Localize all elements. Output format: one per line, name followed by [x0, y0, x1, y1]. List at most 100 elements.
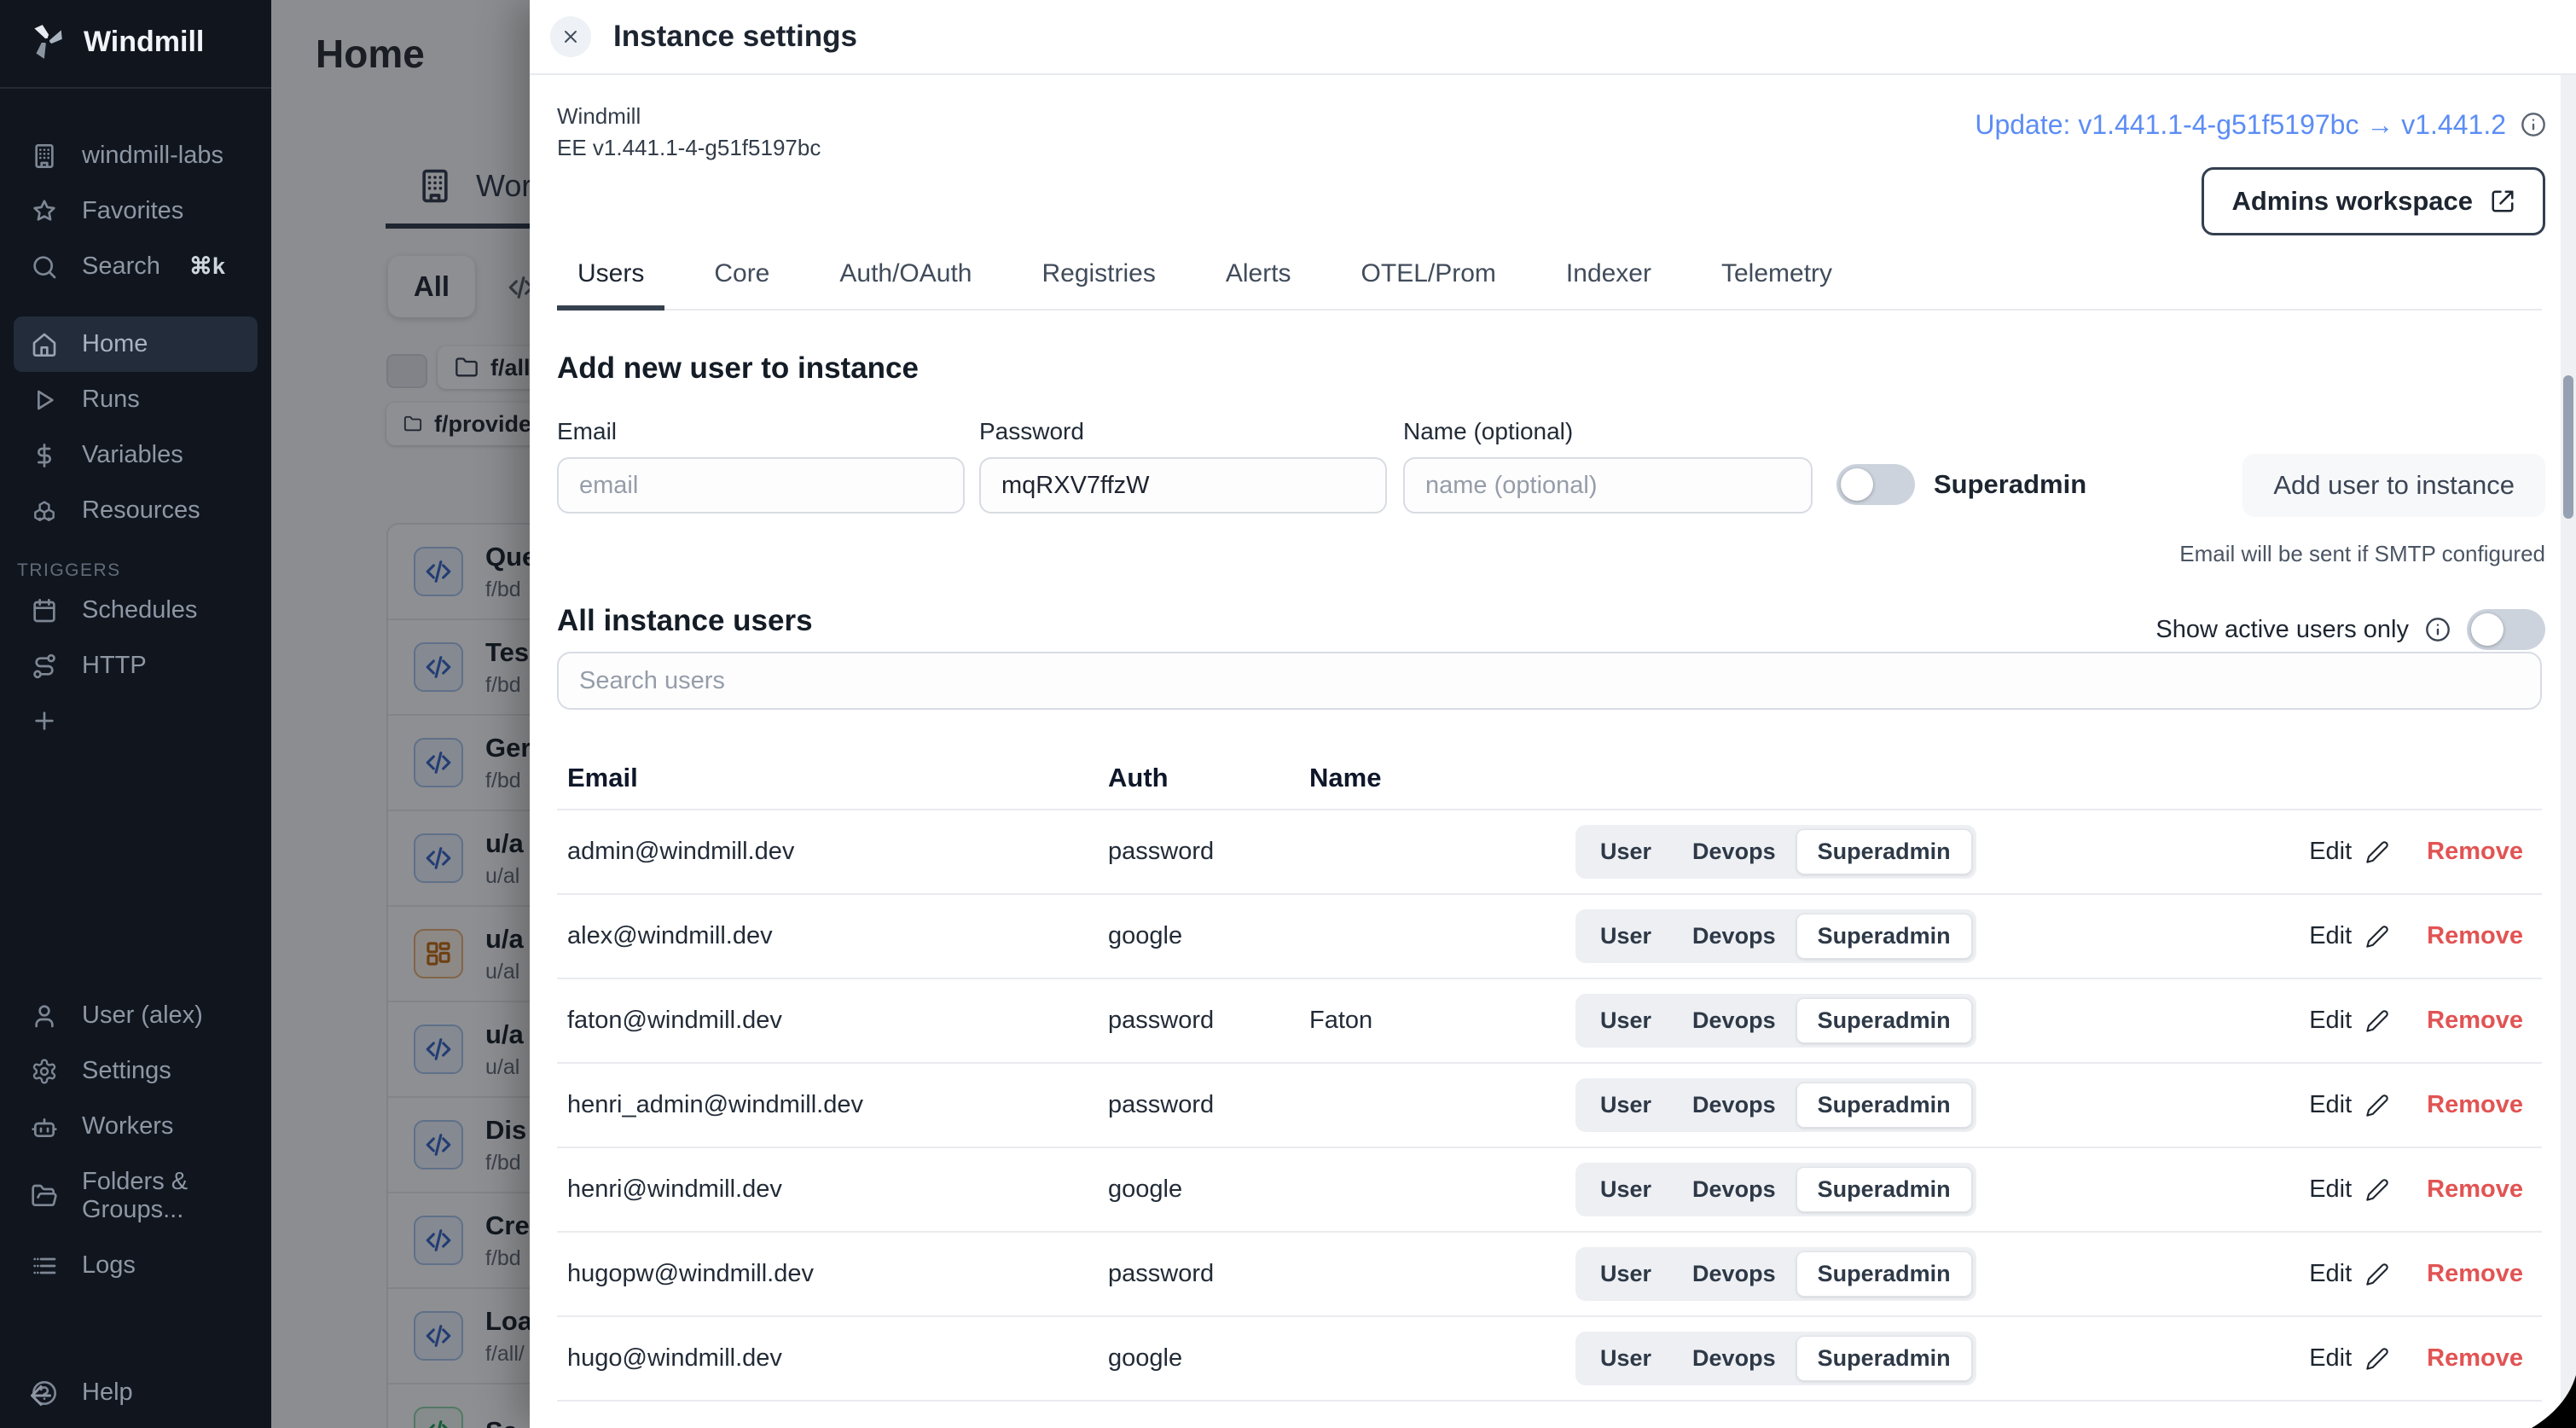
edit-button[interactable]: Edit: [2309, 1344, 2389, 1373]
tab-users[interactable]: Users: [557, 254, 664, 311]
admins-workspace-button[interactable]: Admins workspace: [2202, 167, 2545, 235]
sidebar-item-workers[interactable]: Workers: [14, 1099, 258, 1154]
edit-label: Edit: [2309, 1260, 2352, 1288]
role-option-superadmin[interactable]: Superadmin: [1796, 1167, 1972, 1212]
sidebar-item-folders-groups[interactable]: Folders & Groups...: [14, 1154, 258, 1238]
email-field[interactable]: [557, 457, 965, 514]
sidebar-item-add-trigger[interactable]: [14, 694, 258, 748]
table-row: alex@windmill.dev google User Devops Sup…: [557, 893, 2542, 978]
star-icon: [31, 198, 58, 225]
role-option-user[interactable]: User: [1580, 1252, 1672, 1296]
scrollbar-thumb[interactable]: [2563, 375, 2573, 519]
cell-auth: password: [1108, 1260, 1309, 1288]
search-users-input[interactable]: [557, 652, 2542, 710]
role-option-devops[interactable]: Devops: [1672, 1168, 1796, 1211]
tab-indexer[interactable]: Indexer: [1546, 254, 1672, 311]
role-option-superadmin[interactable]: Superadmin: [1796, 829, 1972, 874]
sidebar: Windmill windmill-labs Favorites Search …: [0, 0, 271, 1428]
role-option-devops[interactable]: Devops: [1672, 1252, 1796, 1296]
sidebar-item-label: Favorites: [82, 197, 183, 225]
tab-core[interactable]: Core: [693, 254, 790, 311]
sidebar-item-user[interactable]: User (alex): [14, 988, 258, 1043]
sidebar-item-http[interactable]: HTTP: [14, 638, 258, 694]
name-field[interactable]: [1403, 457, 1813, 514]
sidebar-item-resources[interactable]: Resources: [14, 483, 258, 538]
password-field[interactable]: [979, 457, 1387, 514]
tab-auth-oauth[interactable]: Auth/OAuth: [819, 254, 992, 311]
role-option-superadmin[interactable]: Superadmin: [1796, 1251, 1972, 1297]
edit-button[interactable]: Edit: [2309, 1175, 2389, 1204]
cell-email: hugo@windmill.dev: [557, 1344, 1108, 1373]
tab-alerts[interactable]: Alerts: [1205, 254, 1312, 311]
robot-icon: [31, 1113, 58, 1141]
app-brand[interactable]: Windmill: [0, 0, 271, 80]
sidebar-item-home[interactable]: Home: [14, 316, 258, 372]
tab-registries[interactable]: Registries: [1021, 254, 1175, 311]
add-user-button[interactable]: Add user to instance: [2242, 454, 2545, 517]
edit-label: Edit: [2309, 1091, 2352, 1119]
role-option-devops[interactable]: Devops: [1672, 1083, 1796, 1127]
edit-button[interactable]: Edit: [2309, 1091, 2389, 1119]
folder-open-icon: [31, 1182, 58, 1210]
edit-button[interactable]: Edit: [2309, 838, 2389, 866]
remove-button[interactable]: Remove: [2427, 1007, 2523, 1035]
role-option-user[interactable]: User: [1580, 999, 1672, 1042]
role-option-user[interactable]: User: [1580, 830, 1672, 874]
role-option-superadmin[interactable]: Superadmin: [1796, 1083, 1972, 1128]
remove-button[interactable]: Remove: [2427, 1091, 2523, 1119]
role-option-user[interactable]: User: [1580, 1337, 1672, 1380]
pencil-icon: [2365, 1094, 2389, 1117]
tab-otel-prom[interactable]: OTEL/Prom: [1341, 254, 1517, 311]
tab-telemetry[interactable]: Telemetry: [1701, 254, 1853, 311]
edit-button[interactable]: Edit: [2309, 922, 2389, 950]
role-option-devops[interactable]: Devops: [1672, 914, 1796, 958]
role-option-superadmin[interactable]: Superadmin: [1796, 914, 1972, 959]
update-info-icon[interactable]: [2520, 111, 2547, 138]
remove-button[interactable]: Remove: [2427, 1344, 2523, 1373]
column-header-auth: Auth: [1108, 763, 1309, 793]
sidebar-item-label: Folders & Groups...: [82, 1168, 241, 1224]
search-shortcut: ⌘k: [189, 253, 225, 280]
role-option-superadmin[interactable]: Superadmin: [1796, 998, 1972, 1043]
remove-button[interactable]: Remove: [2427, 1175, 2523, 1204]
cell-auth: google: [1108, 922, 1309, 950]
role-option-user[interactable]: User: [1580, 1168, 1672, 1211]
table-row: faton@windmill.dev password Faton User D…: [557, 978, 2542, 1062]
edit-button[interactable]: Edit: [2309, 1260, 2389, 1288]
role-option-devops[interactable]: Devops: [1672, 830, 1796, 874]
pencil-icon: [2365, 925, 2389, 949]
sidebar-item-workspace[interactable]: windmill-labs: [14, 128, 258, 183]
sidebar-item-variables[interactable]: Variables: [14, 427, 258, 483]
remove-button[interactable]: Remove: [2427, 922, 2523, 950]
sidebar-item-label: Runs: [82, 386, 140, 414]
role-option-devops[interactable]: Devops: [1672, 999, 1796, 1042]
pencil-icon: [2365, 1009, 2389, 1033]
dollar-icon: [31, 442, 58, 469]
edit-label: Edit: [2309, 838, 2352, 866]
close-button[interactable]: [550, 16, 591, 57]
role-option-user[interactable]: User: [1580, 914, 1672, 958]
sidebar-item-logs[interactable]: Logs: [14, 1238, 258, 1293]
remove-button[interactable]: Remove: [2427, 838, 2523, 866]
sidebar-item-settings[interactable]: Settings: [14, 1043, 258, 1099]
edit-button[interactable]: Edit: [2309, 1007, 2389, 1035]
update-version-link[interactable]: Update: v1.441.1-4-g51f5197bc → v1.441.2: [1975, 109, 2506, 141]
cell-email: admin@windmill.dev: [557, 838, 1108, 866]
show-active-toggle[interactable]: [2467, 609, 2545, 650]
remove-button[interactable]: Remove: [2427, 1260, 2523, 1288]
sidebar-item-schedules[interactable]: Schedules: [14, 583, 258, 638]
role-option-superadmin[interactable]: Superadmin: [1796, 1336, 1972, 1381]
scrollbar-track[interactable]: [2561, 75, 2576, 1428]
collapse-sidebar-icon[interactable]: [26, 1380, 56, 1411]
show-active-info-icon[interactable]: [2424, 616, 2451, 643]
role-option-devops[interactable]: Devops: [1672, 1337, 1796, 1380]
sidebar-item-runs[interactable]: Runs: [14, 372, 258, 427]
sidebar-item-favorites[interactable]: Favorites: [14, 183, 258, 239]
role-option-user[interactable]: User: [1580, 1083, 1672, 1127]
settings-tabs: Users Core Auth/OAuth Registries Alerts …: [557, 254, 2542, 311]
drawer-header: Instance settings: [530, 0, 2576, 75]
column-header-name: Name: [1309, 763, 1575, 793]
cell-auth: password: [1108, 838, 1309, 866]
superadmin-toggle[interactable]: [1836, 464, 1915, 505]
sidebar-item-search[interactable]: Search ⌘k: [14, 239, 258, 294]
